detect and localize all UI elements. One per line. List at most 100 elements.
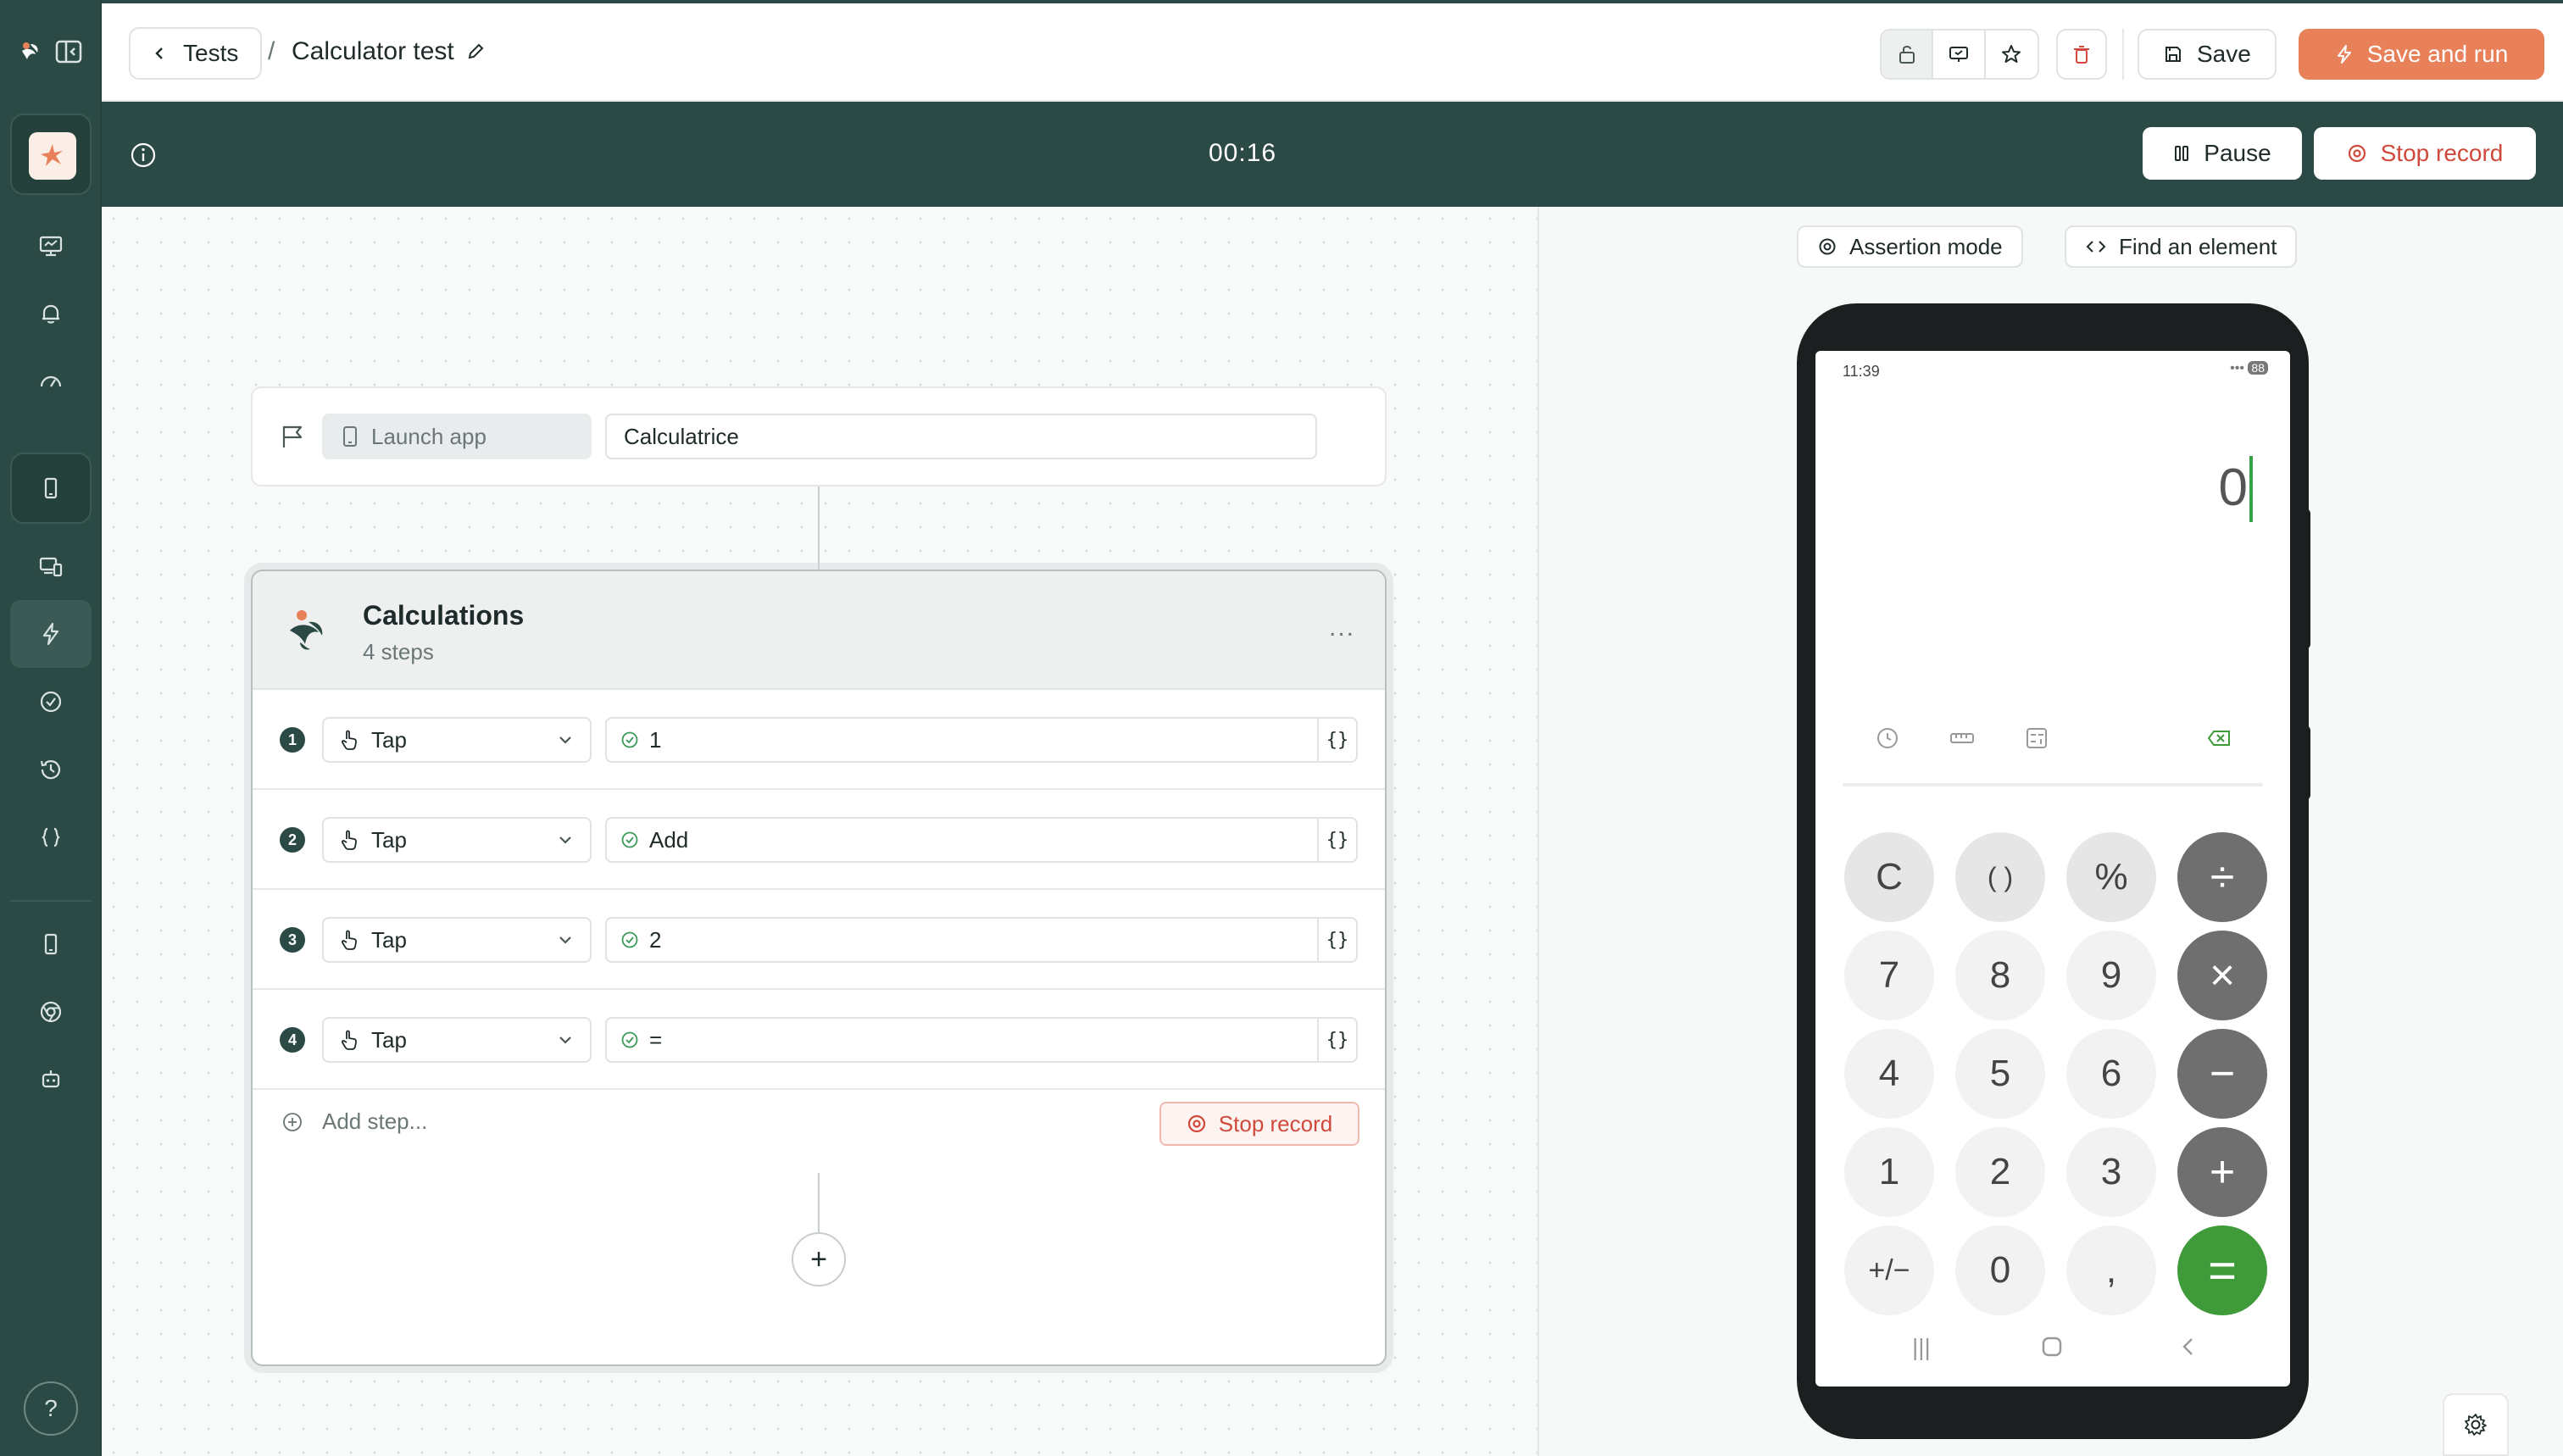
unlock-button[interactable] xyxy=(1882,31,1934,78)
step-action-select[interactable]: Tap xyxy=(322,817,592,863)
assertion-mode-label: Assertion mode xyxy=(1849,233,2003,259)
back-icon[interactable] xyxy=(2178,1334,2197,1365)
launch-app-action[interactable]: Launch app xyxy=(322,414,592,459)
sidebar-item-dashboard[interactable] xyxy=(29,224,73,268)
sidebar-item-device[interactable] xyxy=(29,466,73,510)
pause-icon xyxy=(2175,146,2189,161)
variable-button[interactable]: {} xyxy=(1317,919,1356,961)
device-settings-button[interactable] xyxy=(2443,1393,2509,1456)
sidebar-item-performance[interactable] xyxy=(29,359,73,403)
pencil-icon[interactable] xyxy=(466,42,485,61)
step-target-field[interactable]: = {} xyxy=(605,1017,1358,1063)
key-4[interactable]: 4 xyxy=(1844,1029,1934,1119)
key-1[interactable]: 1 xyxy=(1844,1127,1934,1217)
device-frame: 11:39 ••• 88 0 C () % ÷ 7 8 9 × 4 5 6 −… xyxy=(1797,303,2309,1439)
back-to-tests-button[interactable]: Tests xyxy=(129,27,263,80)
sidebar-item-devices[interactable] xyxy=(29,544,73,588)
save-and-run-label: Save and run xyxy=(2366,41,2509,67)
chevron-down-icon xyxy=(559,836,571,844)
devices-icon xyxy=(39,557,63,577)
key-minus[interactable]: − xyxy=(2177,1029,2267,1119)
key-9[interactable]: 9 xyxy=(2066,931,2156,1020)
sidebar-item-history[interactable] xyxy=(29,747,73,792)
key-5[interactable]: 5 xyxy=(1955,1029,2045,1119)
step-action-select[interactable]: Tap xyxy=(322,917,592,963)
step-action-select[interactable]: Tap xyxy=(322,717,592,763)
page-title[interactable]: Calculator test xyxy=(292,37,454,66)
info-icon[interactable] xyxy=(129,141,158,169)
key-equals[interactable]: = xyxy=(2177,1225,2267,1315)
variable-button[interactable]: {} xyxy=(1317,1019,1356,1061)
backspace-icon[interactable] xyxy=(2205,724,2234,753)
key-0[interactable]: 0 xyxy=(1955,1225,2045,1315)
help-button[interactable]: ? xyxy=(24,1381,78,1436)
workspace-avatar[interactable] xyxy=(10,114,92,195)
key-plus[interactable]: + xyxy=(2177,1127,2267,1217)
sidebar-item-variables[interactable] xyxy=(29,815,73,859)
test-canvas[interactable]: Launch app Calculatrice Calculations 4 s… xyxy=(102,207,1537,1456)
key-parentheses[interactable]: ( ) xyxy=(1955,832,2045,922)
ruler-icon[interactable] xyxy=(1948,724,1976,753)
top-header: Tests / Calculator test Save Save and ru… xyxy=(102,0,2563,102)
step-target-field[interactable]: Add {} xyxy=(605,817,1358,863)
add-step-button[interactable]: Add step... xyxy=(281,1109,427,1135)
delete-button[interactable] xyxy=(2056,29,2107,80)
assertion-mode-button[interactable]: Assertion mode xyxy=(1797,225,2023,268)
check-circle-icon xyxy=(621,931,638,948)
step-number: 3 xyxy=(280,927,305,953)
device-screen[interactable]: 11:39 ••• 88 0 C () % ÷ 7 8 9 × 4 5 6 −… xyxy=(1815,351,2290,1387)
key-divide[interactable]: ÷ xyxy=(2177,832,2267,922)
android-nav-bar: ||| xyxy=(1815,1334,2290,1368)
app-name-value: Calculatrice xyxy=(624,423,739,449)
app-logo-icon[interactable] xyxy=(15,37,44,66)
app-name-field[interactable]: Calculatrice xyxy=(605,414,1317,459)
key-2[interactable]: 2 xyxy=(1955,1127,2045,1217)
group-more-button[interactable]: ... xyxy=(1329,614,1355,642)
add-node-button[interactable]: + xyxy=(792,1232,846,1287)
key-sign[interactable]: +/− xyxy=(1844,1225,1934,1315)
phone-icon xyxy=(44,933,58,955)
step-row: 3 Tap 2 {} xyxy=(253,890,1385,990)
key-3[interactable]: 3 xyxy=(2066,1127,2156,1217)
sidebar-item-results[interactable] xyxy=(29,680,73,724)
variable-button[interactable]: {} xyxy=(1317,819,1356,861)
find-element-button[interactable]: Find an element xyxy=(2065,225,2298,268)
sidebar-item-tests[interactable] xyxy=(10,600,92,668)
sidebar-item-bots[interactable] xyxy=(29,1058,73,1102)
key-8[interactable]: 8 xyxy=(1955,931,2045,1020)
flow-connector xyxy=(818,486,820,570)
save-button[interactable]: Save xyxy=(2138,29,2277,80)
key-comma[interactable]: , xyxy=(2066,1225,2156,1315)
key-multiply[interactable]: × xyxy=(2177,931,2267,1020)
step-target-field[interactable]: 2 {} xyxy=(605,917,1358,963)
monitor-icon xyxy=(39,236,63,257)
stop-record-inline-button[interactable]: Stop record xyxy=(1159,1102,1359,1146)
save-and-run-button[interactable]: Save and run xyxy=(2299,29,2544,80)
key-7[interactable]: 7 xyxy=(1844,931,1934,1020)
step-target-field[interactable]: 1 {} xyxy=(605,717,1358,763)
robot-icon xyxy=(42,1070,60,1088)
sidebar-item-notifications[interactable] xyxy=(29,292,73,336)
screen-button[interactable] xyxy=(1933,31,1986,78)
variable-button[interactable]: {} xyxy=(1317,719,1356,761)
key-percent[interactable]: % xyxy=(2066,832,2156,922)
key-6[interactable]: 6 xyxy=(2066,1029,2156,1119)
favorite-button[interactable] xyxy=(1986,31,2038,78)
sidebar-item-mobile[interactable] xyxy=(29,922,73,966)
pause-button[interactable]: Pause xyxy=(2143,127,2302,180)
breadcrumb-separator: / xyxy=(268,37,275,65)
scientific-icon[interactable] xyxy=(2022,724,2051,753)
recents-icon[interactable]: ||| xyxy=(1912,1334,1931,1361)
bell-icon xyxy=(42,304,59,324)
recording-bar: 00:16 Pause Stop record xyxy=(102,102,2563,207)
history-icon[interactable] xyxy=(1873,724,1902,753)
group-header: Calculations 4 steps ... xyxy=(253,571,1385,690)
key-clear[interactable]: C xyxy=(1844,832,1934,922)
sidebar-item-web[interactable] xyxy=(29,990,73,1034)
step-action-select[interactable]: Tap xyxy=(322,1017,592,1063)
sidebar-toggle-icon[interactable] xyxy=(54,37,83,66)
stop-record-button[interactable]: Stop record xyxy=(2314,127,2536,180)
home-icon[interactable] xyxy=(2041,1336,2063,1364)
tap-hand-icon xyxy=(342,930,357,950)
breadcrumb: Calculator test xyxy=(292,37,485,66)
